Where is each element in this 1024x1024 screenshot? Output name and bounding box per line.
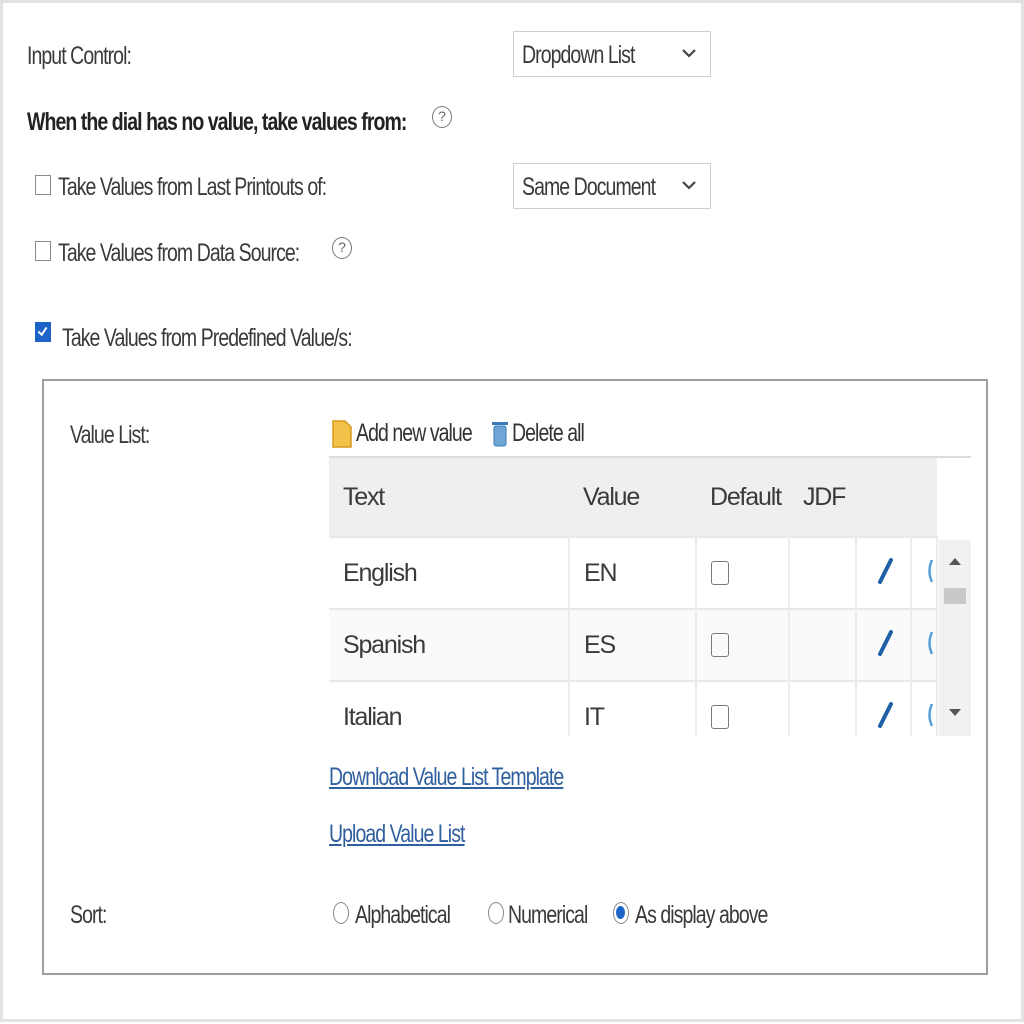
chevron-down-icon	[682, 49, 696, 58]
delete-icon[interactable]	[926, 558, 936, 584]
cell-text: English	[329, 536, 570, 609]
pencil-icon[interactable]	[875, 629, 895, 656]
help-icon[interactable]: ?	[332, 237, 352, 259]
cell-edit	[856, 536, 912, 609]
table-header-row: Text Value Default JDF	[329, 458, 937, 537]
column-header-value: Value	[569, 458, 696, 537]
column-header-label: Text	[343, 482, 385, 511]
sort-as-display-radio[interactable]	[613, 902, 629, 924]
pencil-icon[interactable]	[875, 701, 895, 728]
checkmark-icon	[37, 326, 48, 337]
row-text: Spanish	[343, 630, 426, 659]
cell-delete	[911, 608, 938, 681]
predefined-checkbox[interactable]	[35, 322, 51, 342]
last-printouts-value: Same Document	[522, 173, 656, 201]
column-header-label: Default	[710, 482, 782, 511]
default-checkbox[interactable]	[711, 705, 729, 729]
column-header-actions-2	[911, 458, 937, 537]
pencil-icon[interactable]	[875, 557, 895, 584]
column-header-label: Value	[583, 482, 640, 511]
input-control-label: Input Control:	[27, 42, 132, 70]
help-icon[interactable]: ?	[432, 106, 452, 128]
cell-edit	[856, 608, 912, 681]
delete-icon[interactable]	[926, 630, 936, 656]
sort-alphabetical-radio[interactable]	[333, 902, 349, 924]
download-template-link[interactable]: Download Value List Template	[329, 763, 564, 792]
default-checkbox[interactable]	[711, 561, 729, 585]
delete-all-label: Delete all	[512, 419, 585, 447]
sort-label: Sort:	[70, 901, 107, 929]
table-row: Spanish ES	[329, 608, 938, 681]
last-printouts-dropdown[interactable]: Same Document	[513, 163, 711, 209]
predefined-label: Take Values from Predefined Value/s:	[62, 324, 353, 352]
source-heading: When the dial has no value, take values …	[27, 108, 407, 136]
sort-numerical-radio[interactable]	[488, 902, 504, 924]
scrollbar-thumb[interactable]	[944, 588, 966, 604]
cell-value: EN	[569, 536, 697, 609]
table-scrollbar[interactable]	[939, 540, 971, 736]
column-header-default: Default	[696, 458, 789, 537]
scroll-up-icon[interactable]	[948, 556, 962, 566]
column-header-actions	[856, 458, 911, 537]
sort-as-display-label: As display above	[635, 901, 768, 929]
sort-numerical-label: Numerical	[508, 901, 588, 929]
column-header-label: JDF	[803, 482, 846, 511]
chevron-down-icon	[682, 181, 696, 190]
data-source-label: Take Values from Data Source:	[58, 239, 300, 267]
last-printouts-checkbox[interactable]	[35, 175, 51, 195]
last-printouts-label: Take Values from Last Printouts of:	[58, 173, 327, 201]
row-value: EN	[584, 558, 618, 587]
cell-jdf	[789, 608, 857, 681]
cell-default	[696, 536, 790, 609]
row-text: English	[343, 558, 418, 587]
value-list-table: Text Value Default JDF English EN Spanis…	[329, 458, 938, 752]
table-viewport-edge	[329, 736, 979, 760]
cell-value: ES	[569, 608, 697, 681]
input-control-dropdown[interactable]: Dropdown List	[513, 31, 711, 77]
sort-alphabetical-label: Alphabetical	[355, 901, 451, 929]
cell-delete	[911, 536, 938, 609]
value-list-label: Value List:	[70, 421, 150, 449]
cell-text: Spanish	[329, 608, 570, 681]
add-new-value-label: Add new value	[356, 419, 473, 447]
delete-all-button[interactable]: Delete all	[492, 419, 604, 448]
row-value: IT	[584, 702, 605, 731]
row-text: Italian	[343, 702, 403, 731]
column-header-text: Text	[329, 458, 569, 537]
delete-icon[interactable]	[926, 702, 936, 728]
row-value: ES	[584, 630, 616, 659]
input-control-value: Dropdown List	[522, 41, 635, 69]
data-source-checkbox[interactable]	[35, 241, 51, 261]
add-new-value-button[interactable]: Add new value	[332, 419, 504, 448]
column-header-jdf: JDF	[789, 458, 856, 537]
scroll-down-icon[interactable]	[948, 708, 962, 718]
new-file-icon	[332, 419, 352, 448]
upload-value-list-link[interactable]: Upload Value List	[329, 820, 465, 849]
default-checkbox[interactable]	[711, 633, 729, 657]
cell-default	[696, 608, 790, 681]
cell-jdf	[789, 536, 857, 609]
table-row: English EN	[329, 536, 938, 609]
trash-icon	[492, 421, 508, 446]
